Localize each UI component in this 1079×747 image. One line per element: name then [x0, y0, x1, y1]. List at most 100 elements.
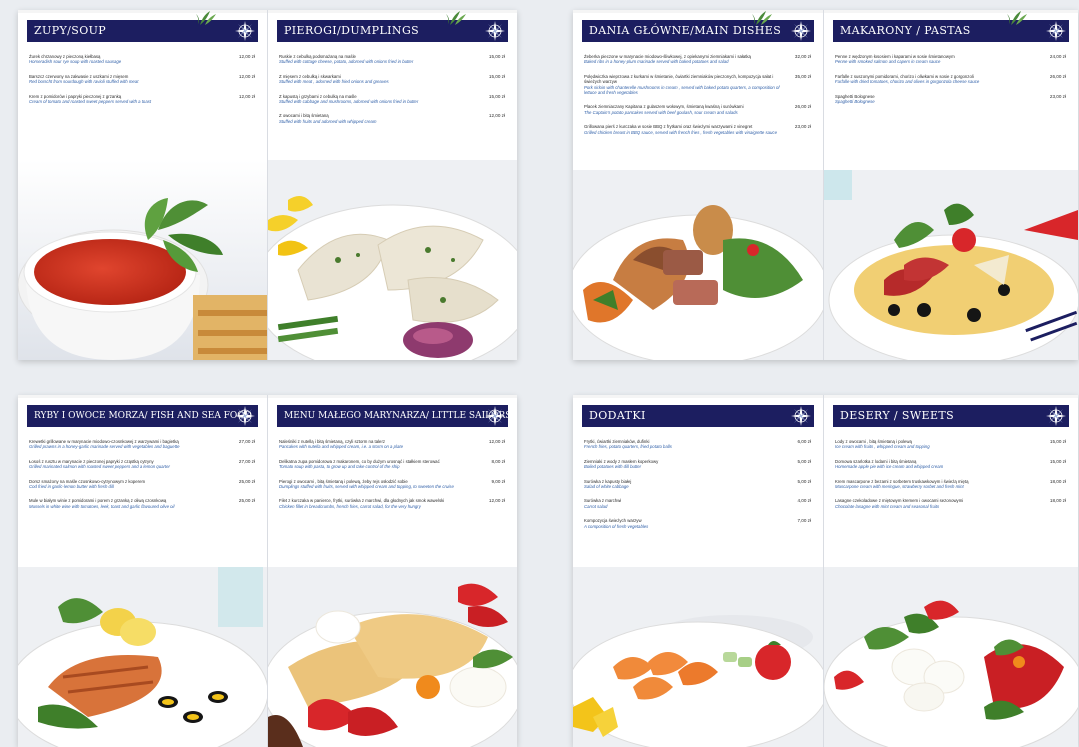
compass-rose-icon: [485, 21, 505, 41]
dish-translation: French fries, potato quarters, fried pot…: [584, 444, 672, 450]
compass-rose-icon: [791, 406, 811, 426]
menu-item: Placek ziemniaczany Kapitana z gulaszem …: [584, 104, 811, 115]
section-title: Dodatki: [589, 409, 646, 422]
dish-price: 25,00 zł: [238, 478, 255, 484]
dish-price: 12,00 zł: [488, 439, 505, 444]
menu-item: Domowa szarlotka z lodami i bitą śmietan…: [835, 459, 1066, 470]
section-banner: Desery / Sweets: [833, 405, 1069, 427]
dish-price: 6,00 zł: [797, 439, 811, 444]
dish-translation: Grilled chicken breast in BBQ sauce, ser…: [584, 129, 777, 135]
section-title: Zupy/Soup: [34, 24, 107, 37]
dumplings-photo: [268, 160, 517, 360]
dish-price: 15,00 zł: [1049, 439, 1066, 444]
compass-rose-icon: [1046, 406, 1066, 426]
menu-item: Grillowana pierś z kurczaka w sosie BBQ …: [584, 124, 811, 135]
dish-translation: Dumplings stuffed with fruits, served wi…: [279, 484, 454, 490]
compass-rose-icon: [235, 406, 255, 426]
dish-translation: Tomato soup with pasta, to grow up and t…: [279, 464, 400, 470]
menu-item: Filet z kurczaka w panierce, frytki, sur…: [279, 498, 505, 509]
dish-translation: Pancakes with nutella and whipped cream,…: [279, 444, 403, 450]
leaf-icon: [196, 10, 220, 26]
menu-item: Dorsz smażony na maśle czosnkowo-cytryno…: [29, 479, 255, 490]
menu-item: Naleśniki z nutellą i bitą śmietaną, czy…: [279, 439, 505, 450]
dish-price: 12,00 zł: [238, 73, 255, 79]
dish-price: 23,00 zł: [1049, 93, 1066, 99]
menu-items: Naleśniki z nutellą i bitą śmietaną, czy…: [279, 439, 505, 518]
dish-price: 4,00 zł: [797, 498, 811, 504]
dish-price: 12,00 zł: [488, 113, 505, 119]
dish-translation: Ice cream with fruits , whipped cream an…: [835, 444, 930, 450]
menu-item: Surówka z kapusty białej Salad of white c…: [584, 479, 811, 490]
menu-item: Żurek chrzanowy z pieczoną kiełbasą Horse…: [29, 54, 255, 65]
menu-item: Barszcz czerwony na zakwasie z uszkami z…: [29, 74, 255, 85]
dish-name: Grillowana pierś z kurczaka w sosie BBQ …: [584, 124, 753, 130]
dish-translation: A composition of fresh vegetables: [584, 523, 649, 529]
dish-translation: Chicken fillet in breadcrumbs, french fr…: [279, 503, 421, 509]
leaf-icon: [446, 10, 470, 26]
dish-price: 12,00 zł: [488, 498, 505, 504]
dish-price: 5,00 zł: [797, 478, 811, 484]
menu-item: Polędwiczka wieprzowa z kurkami w śmieta…: [584, 74, 811, 96]
menu-item: Krem mascarpone z bezami z sorbetem trus…: [835, 479, 1066, 490]
menu-item: Mule w białym winie z pomidorami i porem…: [29, 498, 255, 509]
soup-photo: [18, 160, 267, 360]
menu-items: Krewetki grillowane w marynacie miodowo-…: [29, 439, 255, 518]
menu-item: Z kapustą i grzybami z cebulką na maśle S…: [279, 94, 505, 105]
dish-price: 5,00 zł: [797, 458, 811, 464]
leaf-icon: [1007, 10, 1031, 26]
dish-price: 18,00 zł: [1049, 478, 1066, 484]
dish-translation: Carrot salad: [584, 503, 608, 509]
menu-item: Żeberka pieczone w marynacie miodowo-śli…: [584, 54, 811, 65]
menu-item: Krewetki grillowane w marynacie miodowo-…: [29, 439, 255, 450]
compass-rose-icon: [235, 21, 255, 41]
dish-translation: Baked ribs in a honey-plum marinade serv…: [584, 59, 729, 65]
dish-translation: Farfalle with dried tomatoes, chorizo an…: [835, 79, 980, 85]
dish-price: 15,00 zł: [488, 93, 505, 99]
compass-rose-icon: [1046, 21, 1066, 41]
dish-name: Polędwiczka wieprzowa z kurkami w śmieta…: [584, 73, 774, 85]
menu-items: Żurek chrzanowy z pieczoną kiełbasą Horse…: [29, 54, 255, 113]
menu-page-little-sailors: Menu małego marynarza/ Little sailors' m…: [268, 395, 517, 747]
section-title: Desery / Sweets: [840, 409, 955, 422]
section-banner: Dania Główne/Main Dishes: [582, 20, 814, 42]
dish-price: 27,00 zł: [238, 439, 255, 444]
dish-price: 12,00 zł: [238, 93, 255, 99]
section-banner: Menu małego marynarza/ Little sailors' m…: [277, 405, 517, 427]
dish-price: 23,00 zł: [794, 124, 811, 130]
dish-translation: Pork sirloin with chanterelle mushrooms …: [584, 84, 780, 96]
shrimp-photo: [573, 567, 823, 747]
dish-price: 35,00 zł: [794, 73, 811, 79]
section-title: Makarony / Pastas: [840, 24, 971, 37]
dish-translation: Chocolate lasagne with mint cream and se…: [835, 503, 940, 509]
menu-item: Z owocami i bitą śmietaną Stuffed with fr…: [279, 113, 505, 124]
salmon-photo: [18, 567, 267, 747]
dish-price: 32,00 zł: [794, 54, 811, 59]
main-dish-photo: [573, 170, 823, 360]
dish-translation: Spaghetti Bolognese: [835, 99, 875, 105]
dish-translation: Stuffed with meat , adorned with fried o…: [279, 79, 389, 85]
dish-price: 9,00 zł: [491, 478, 505, 484]
dish-translation: Mascarpone cream with meringue, strawber…: [835, 484, 964, 490]
menu-page-pastas: Makarony / Pastas Penne z wędzonym łosos…: [824, 10, 1078, 360]
section-title: Menu małego marynarza/ Little sailors' m…: [284, 411, 517, 421]
compass-rose-icon: [485, 406, 505, 426]
dish-price: 15,00 zł: [488, 73, 505, 79]
dish-price: 26,00 zł: [794, 104, 811, 110]
dish-price: 26,00 zł: [1049, 73, 1066, 79]
dish-price: 12,00 zł: [238, 54, 255, 59]
menu-showcase: { "pages": [ { "title": "Zupy/Soup", "lo…: [0, 0, 1079, 747]
dish-translation: Grilled prawns in a honey-garlic marinad…: [29, 444, 180, 450]
menu-page-soup: Zupy/Soup Żurek chrzanowy z pieczoną kie…: [18, 10, 267, 360]
menu-item: Penne z wędzonym łososiem i kaparami w s…: [835, 54, 1066, 65]
dish-translation: Grilled marinated salmon with roasted sw…: [29, 464, 170, 470]
menu-item: Spaghetti Bolognese Spaghetti Bolognese 23…: [835, 94, 1066, 105]
menu-item: Frytki, ćwiartki ziemniaków, dufinki Fren…: [584, 439, 811, 450]
menu-item: Z mięsem z cebulką i skwarkami Stuffed wi…: [279, 74, 505, 85]
menu-item: Surówka z marchwi Carrot salad 4,00 zł: [584, 498, 811, 509]
dish-price: 15,00 zł: [488, 54, 505, 59]
menu-item: Ruskie z cebulką podsmażaną na maśle Stuf…: [279, 54, 505, 65]
menu-item: Ziemniaki z wody z masłem koperkowy Boile…: [584, 459, 811, 470]
dish-translation: Stuffed with fruits and adorned with whi…: [279, 118, 377, 124]
menu-items: Ruskie z cebulką podsmażaną na maśle Stuf…: [279, 54, 505, 133]
menu-items: Żeberka pieczone w marynacie miodowo-śli…: [584, 54, 811, 144]
